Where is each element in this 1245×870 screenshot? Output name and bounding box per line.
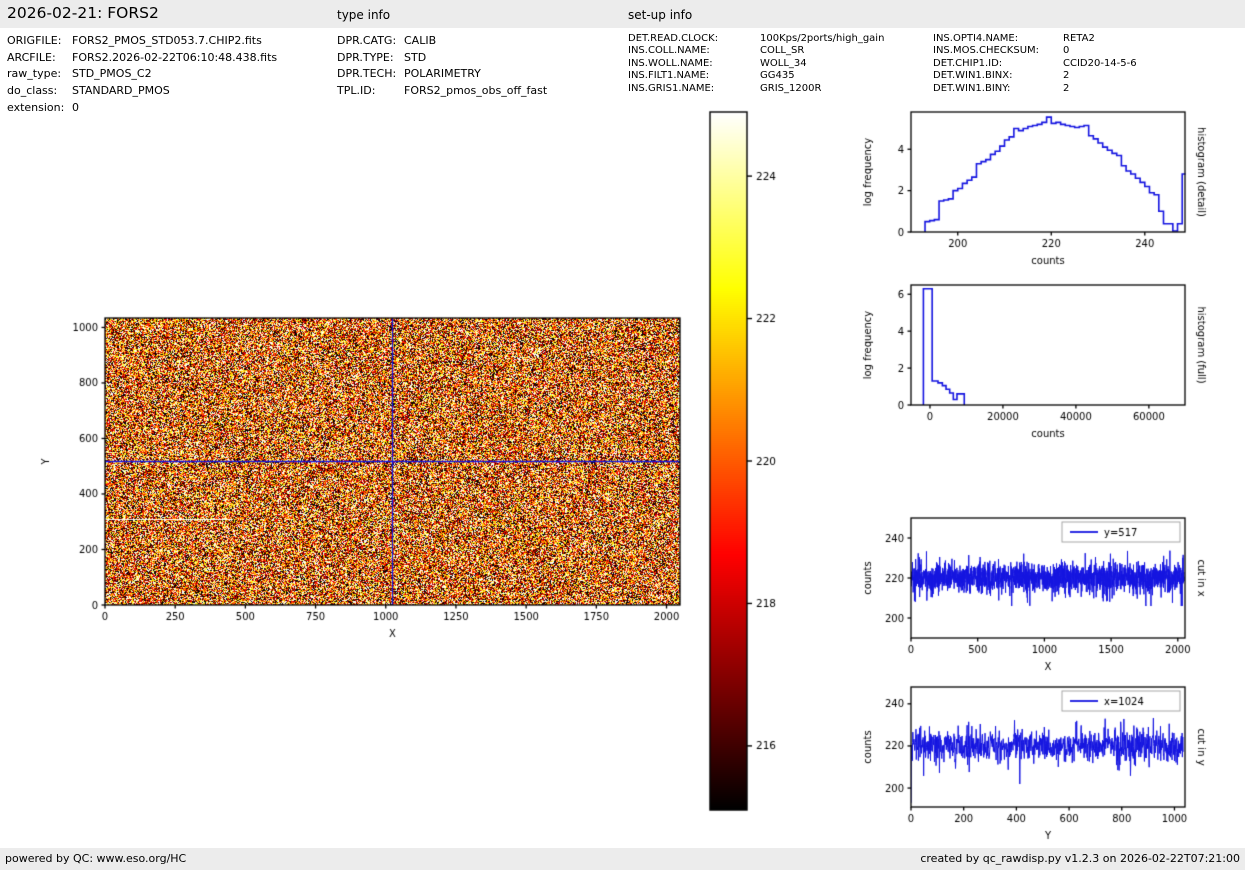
info-value: 100Kps/2ports/high_gain xyxy=(760,33,884,45)
info-value: 2 xyxy=(1063,70,1069,82)
info-row: DET.WIN1.BINX:2 xyxy=(933,70,1137,82)
info-row: INS.OPTI4.NAME:RETA2 xyxy=(933,33,1137,45)
info-row: ORIGFILE:FORS2_PMOS_STD053.7.CHIP2.fits xyxy=(7,33,277,50)
info-label: ORIGFILE: xyxy=(7,33,72,50)
colorbar xyxy=(700,100,820,830)
info-row: DPR.TECH:POLARIMETRY xyxy=(337,66,547,83)
info-label: DET.WIN1.BINX: xyxy=(933,70,1063,82)
footer-bar: powered by QC: www.eso.org/HC created by… xyxy=(0,848,1245,870)
info-label: INS.FILT1.NAME: xyxy=(628,70,760,82)
info-label: TPL.ID: xyxy=(337,83,404,100)
info-row: INS.FILT1.NAME:GG435 xyxy=(628,70,884,82)
info-row: INS.COLL.NAME:COLL_SR xyxy=(628,45,884,57)
info-row: raw_type:STD_PMOS_C2 xyxy=(7,66,277,83)
info-row: DPR.CATG:CALIB xyxy=(337,33,547,50)
cut-in-y-plot xyxy=(838,667,1245,848)
info-row: ARCFILE:FORS2.2026-02-22T06:10:48.438.fi… xyxy=(7,50,277,67)
info-label: raw_type: xyxy=(7,66,72,83)
info-label: INS.OPTI4.NAME: xyxy=(933,33,1063,45)
cut-in-x-plot xyxy=(838,498,1245,688)
info-label: DET.CHIP1.ID: xyxy=(933,58,1063,70)
setup-info-block-2: INS.OPTI4.NAME:RETA2INS.MOS.CHECKSUM:0DE… xyxy=(933,33,1137,95)
info-row: extension:0 xyxy=(7,100,277,117)
qc-report-page: 2026-02-21: FORS2 type info set-up info … xyxy=(0,0,1245,870)
info-value: POLARIMETRY xyxy=(404,66,481,83)
info-label: DPR.CATG: xyxy=(337,33,404,50)
info-value: STD_PMOS_C2 xyxy=(72,66,152,83)
info-row: TPL.ID:FORS2_pmos_obs_off_fast xyxy=(337,83,547,100)
type-info-header: type info xyxy=(337,8,390,22)
info-value: 0 xyxy=(1063,45,1069,57)
info-label: INS.GRIS1.NAME: xyxy=(628,83,760,95)
info-value: GG435 xyxy=(760,70,795,82)
info-value: FORS2_PMOS_STD053.7.CHIP2.fits xyxy=(72,33,262,50)
info-row: DET.CHIP1.ID:CCID20-14-5-6 xyxy=(933,58,1137,70)
footer-powered-by: powered by QC: www.eso.org/HC xyxy=(5,852,186,865)
info-value: STANDARD_PMOS xyxy=(72,83,170,100)
type-info-block: DPR.CATG:CALIBDPR.TYPE:STDDPR.TECH:POLAR… xyxy=(337,33,547,100)
info-label: extension: xyxy=(7,100,72,117)
setup-info-header: set-up info xyxy=(628,8,692,22)
info-row: do_class:STANDARD_PMOS xyxy=(7,83,277,100)
raw-image-plot xyxy=(35,310,715,655)
info-row: INS.MOS.CHECKSUM:0 xyxy=(933,45,1137,57)
info-value: COLL_SR xyxy=(760,45,804,57)
info-label: DET.READ.CLOCK: xyxy=(628,33,760,45)
header-bar xyxy=(0,0,1245,28)
info-value: CALIB xyxy=(404,33,436,50)
info-value: FORS2.2026-02-22T06:10:48.438.fits xyxy=(72,50,277,67)
info-value: STD xyxy=(404,50,426,67)
info-label: INS.COLL.NAME: xyxy=(628,45,760,57)
histogram-full-plot xyxy=(838,265,1245,460)
info-label: INS.WOLL.NAME: xyxy=(628,58,760,70)
info-label: ARCFILE: xyxy=(7,50,72,67)
file-info-block: ORIGFILE:FORS2_PMOS_STD053.7.CHIP2.fitsA… xyxy=(7,33,277,117)
histogram-detail-plot xyxy=(838,92,1245,287)
info-value: CCID20-14-5-6 xyxy=(1063,58,1137,70)
info-value: 0 xyxy=(72,100,79,117)
footer-created-by: created by qc_rawdisp.py v1.2.3 on 2026-… xyxy=(920,852,1240,865)
info-label: do_class: xyxy=(7,83,72,100)
info-value: WOLL_34 xyxy=(760,58,807,70)
info-label: DPR.TECH: xyxy=(337,66,404,83)
info-row: INS.WOLL.NAME:WOLL_34 xyxy=(628,58,884,70)
setup-info-block-1: DET.READ.CLOCK:100Kps/2ports/high_gainIN… xyxy=(628,33,884,95)
page-title: 2026-02-21: FORS2 xyxy=(7,4,159,22)
info-value: FORS2_pmos_obs_off_fast xyxy=(404,83,547,100)
info-value: RETA2 xyxy=(1063,33,1095,45)
info-label: DPR.TYPE: xyxy=(337,50,404,67)
info-row: DET.READ.CLOCK:100Kps/2ports/high_gain xyxy=(628,33,884,45)
info-label: INS.MOS.CHECKSUM: xyxy=(933,45,1063,57)
info-value: GRIS_1200R xyxy=(760,83,821,95)
info-row: DPR.TYPE:STD xyxy=(337,50,547,67)
